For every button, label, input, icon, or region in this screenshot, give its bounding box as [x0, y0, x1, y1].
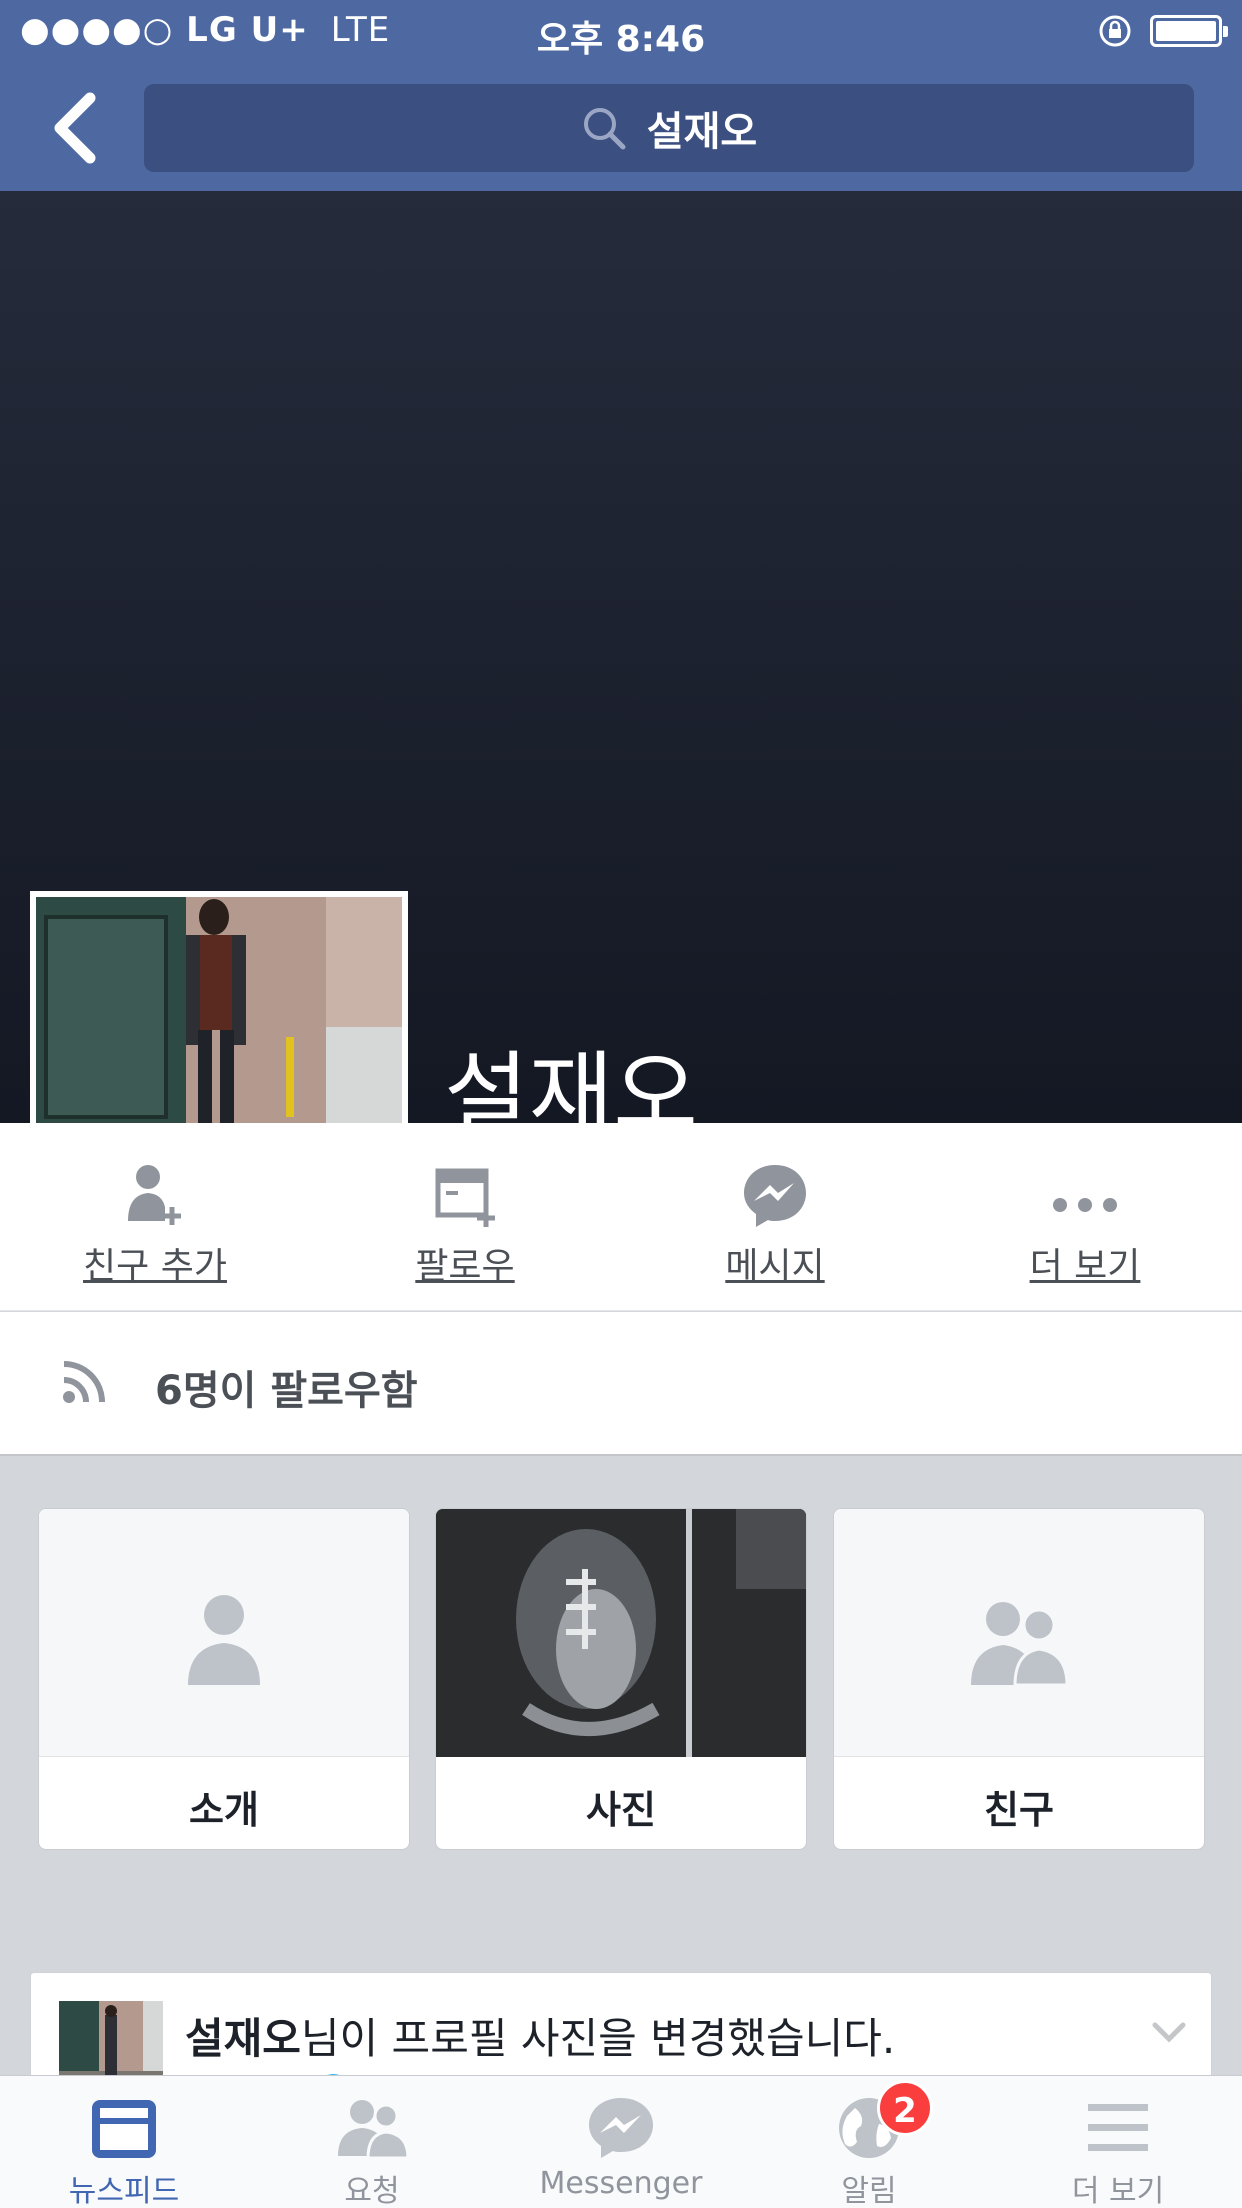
- followers-count-text: 6명이 팔로우함: [155, 1368, 418, 1414]
- tab-messenger-label: Messenger: [539, 2166, 703, 2201]
- tab-requests-label: 요청: [344, 2174, 400, 2208]
- cover-area: 설재오: [0, 191, 1242, 1267]
- search-bar[interactable]: 설재오: [144, 84, 1194, 172]
- chevron-down-icon[interactable]: [1149, 2017, 1189, 2047]
- menu-icon: [1088, 2104, 1148, 2151]
- story-author[interactable]: 설재오: [185, 2014, 301, 2063]
- search-query: 설재오: [646, 109, 758, 155]
- tab-newsfeed-label: 뉴스피드: [68, 2174, 180, 2208]
- photo-thumbnail: [436, 1509, 806, 1757]
- clock: 오후 8:46: [536, 19, 706, 60]
- more-button[interactable]: 더 보기: [930, 1123, 1240, 1311]
- tab-requests[interactable]: 요청: [248, 2076, 496, 2208]
- about-tile[interactable]: 소개: [38, 1508, 410, 1850]
- search-icon: [583, 108, 626, 150]
- message-button[interactable]: 메시지: [620, 1123, 930, 1311]
- status-bar: ●●●●○ LG U+ LTE 오후 8:46: [0, 0, 1242, 62]
- followers-row[interactable]: 6명이 팔로우함: [0, 1312, 1242, 1456]
- follow-icon: [435, 1168, 495, 1227]
- about-tile-label: 소개: [189, 1788, 259, 1832]
- friends-tile-image: [834, 1509, 1204, 1757]
- add-friend-label: 친구 추가: [83, 1246, 227, 1287]
- friends-icon: [971, 1602, 1069, 1687]
- top-bar: ●●●●○ LG U+ LTE 오후 8:46 설재오: [0, 0, 1242, 191]
- requests-icon: [338, 2100, 410, 2160]
- friends-tile[interactable]: 친구: [833, 1508, 1205, 1850]
- newsfeed-icon: [92, 2100, 156, 2158]
- follow-button[interactable]: 팔로우: [310, 1123, 620, 1311]
- tab-notifications[interactable]: 2 알림: [745, 2076, 993, 2208]
- rotation-lock-icon: [1099, 15, 1131, 47]
- messenger-icon: [589, 2098, 653, 2158]
- photos-tile-image: [436, 1509, 806, 1757]
- more-icon: [1053, 1198, 1117, 1212]
- battery-icon: [1150, 15, 1228, 47]
- more-label: 더 보기: [1029, 1246, 1141, 1287]
- tab-newsfeed[interactable]: 뉴스피드: [0, 2076, 248, 2208]
- notification-badge: 2: [877, 2080, 933, 2136]
- message-label: 메시지: [725, 1246, 825, 1287]
- photos-tile[interactable]: 사진: [435, 1508, 807, 1850]
- messenger-icon: [744, 1165, 806, 1227]
- add-friend-icon: [128, 1165, 181, 1225]
- tab-more[interactable]: 더 보기: [994, 2076, 1242, 2208]
- tab-messenger[interactable]: Messenger: [497, 2076, 745, 2208]
- add-friend-button[interactable]: 친구 추가: [0, 1123, 310, 1311]
- photos-tile-label: 사진: [586, 1788, 656, 1832]
- back-chevron-icon[interactable]: [40, 88, 110, 168]
- follow-label: 팔로우: [415, 1246, 515, 1287]
- about-tile-image: [39, 1509, 409, 1757]
- person-icon: [188, 1595, 260, 1685]
- tab-more-label: 더 보기: [1071, 2174, 1165, 2208]
- profile-actions: 친구 추가 팔로우 메시지 더 보기: [0, 1123, 1242, 1311]
- tab-bar: 뉴스피드 요청 Messenger 2 알림 더 보기: [0, 2075, 1242, 2208]
- tab-notifications-label: 알림: [841, 2174, 897, 2208]
- rss-follow-icon: [63, 1361, 105, 1403]
- story-headline: 설재오님이 프로필 사진을 변경했습니다.: [185, 2005, 895, 2066]
- friends-tile-label: 친구: [984, 1788, 1054, 1832]
- story-text: 님이 프로필 사진을 변경했습니다.: [300, 2014, 896, 2063]
